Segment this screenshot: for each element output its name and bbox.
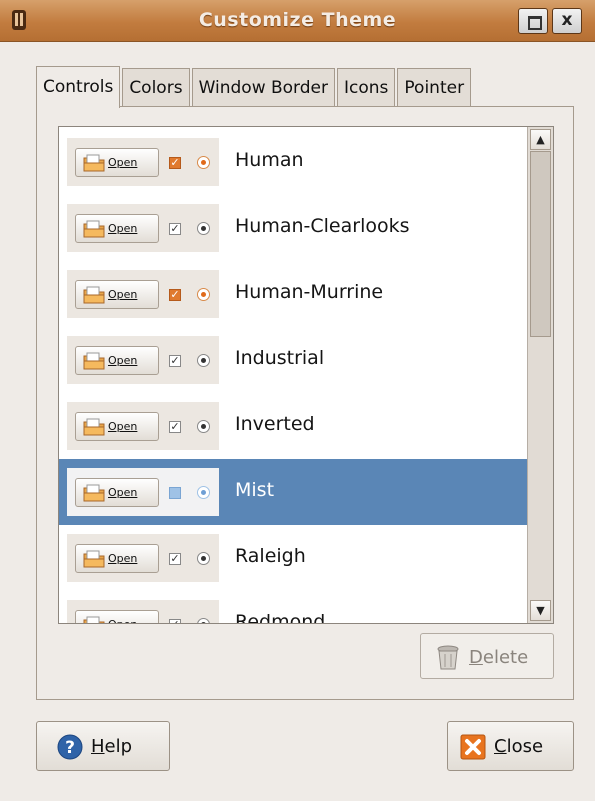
preview-open-button: Open — [75, 148, 159, 177]
preview-checkbox-icon: ✓ — [169, 354, 181, 367]
theme-preview: Open ✓ — [67, 600, 219, 623]
theme-row[interactable]: Open ✓ Industrial — [59, 327, 527, 393]
theme-name: Human-Clearlooks — [235, 215, 410, 237]
preview-open-label: Open — [108, 486, 138, 499]
preview-radio-icon — [197, 486, 210, 499]
help-icon: ? — [57, 734, 83, 760]
tab-colors[interactable]: Colors — [122, 68, 190, 108]
theme-name: Human — [235, 149, 304, 171]
theme-row[interactable]: Open ✓ Redmond — [59, 591, 527, 624]
tab-controls[interactable]: Controls — [36, 66, 121, 108]
preview-radio-icon — [197, 420, 210, 433]
help-rest: elp — [104, 736, 133, 757]
folder-icon — [83, 286, 105, 304]
preview-open-label: Open — [108, 552, 138, 565]
theme-preview: Open ✓ — [67, 270, 219, 318]
preview-checkbox-icon: ■ — [169, 487, 181, 499]
maximize-button[interactable] — [518, 8, 548, 34]
vertical-scrollbar[interactable]: ▲ ▼ — [527, 127, 553, 623]
preview-open-label: Open — [108, 420, 138, 433]
tab-window-border[interactable]: Window Border — [191, 68, 335, 108]
help-button[interactable]: ? Help — [36, 721, 170, 771]
tab-icons[interactable]: Icons — [337, 68, 396, 108]
help-mnemonic: H — [91, 736, 105, 757]
preview-open-button: Open — [75, 280, 159, 309]
theme-preview: Open ■ — [67, 468, 219, 516]
theme-preview: Open ✓ — [67, 336, 219, 384]
theme-preview: Open ✓ — [67, 402, 219, 450]
scroll-up-arrow-icon[interactable]: ▲ — [530, 129, 551, 150]
preview-checkbox-icon: ✓ — [169, 552, 181, 565]
preview-checkbox-icon: ✓ — [169, 420, 181, 433]
theme-name: Raleigh — [235, 545, 306, 567]
tab-pointer[interactable]: Pointer — [397, 68, 472, 108]
preview-open-button: Open — [75, 478, 159, 507]
close-window-button[interactable]: x — [552, 8, 582, 34]
preview-open-label: Open — [108, 354, 138, 367]
preview-checkbox-icon: ✓ — [169, 619, 181, 623]
preview-radio-icon — [197, 156, 210, 169]
folder-icon — [83, 616, 105, 623]
theme-row[interactable]: Open ■ Mist — [59, 459, 527, 525]
theme-preview: Open ✓ — [67, 534, 219, 582]
delete-mnemonic: D — [469, 647, 483, 668]
preview-open-button: Open — [75, 214, 159, 243]
delete-button-label: Delete — [469, 647, 528, 668]
preview-radio-icon — [197, 618, 210, 623]
window-title: Customize Theme — [198, 9, 397, 31]
delete-button[interactable]: Delete — [420, 633, 554, 679]
close-button-label: Close — [494, 736, 543, 757]
trash-icon — [437, 645, 459, 670]
folder-icon — [83, 352, 105, 370]
close-mnemonic: C — [494, 736, 507, 757]
theme-name: Human-Murrine — [235, 281, 384, 303]
theme-row[interactable]: Open ✓ Human-Clearlooks — [59, 195, 527, 261]
theme-name: Redmond — [235, 611, 326, 624]
preview-open-label: Open — [108, 618, 137, 623]
theme-name: Inverted — [235, 413, 315, 435]
help-button-label: Help — [91, 736, 132, 757]
preview-open-button: Open — [75, 412, 159, 441]
preview-open-button: Open — [75, 544, 159, 573]
theme-name: Industrial — [235, 347, 325, 369]
theme-row[interactable]: Open ✓ Human — [59, 129, 527, 195]
folder-icon — [83, 220, 105, 238]
preview-checkbox-icon: ✓ — [169, 222, 181, 235]
theme-list[interactable]: Open ✓ Human Open ✓ Human-Clearlooks Open ✓ Huma… — [58, 126, 554, 624]
close-button[interactable]: Close — [447, 721, 574, 771]
preview-radio-icon — [197, 354, 210, 367]
preview-open-button: Open — [75, 610, 159, 623]
delete-rest: elete — [482, 647, 529, 668]
folder-icon — [83, 550, 105, 568]
scroll-down-arrow-icon[interactable]: ▼ — [530, 600, 551, 621]
tab-bar: Controls Colors Window Border Icons Poin… — [36, 66, 473, 108]
title-bar[interactable]: Customize Theme x — [0, 0, 595, 42]
theme-name: Mist — [235, 479, 275, 501]
folder-icon — [83, 154, 105, 172]
theme-row[interactable]: Open ✓ Raleigh — [59, 525, 527, 591]
close-rest: lose — [506, 736, 544, 757]
preview-radio-icon — [197, 222, 210, 235]
preview-open-button: Open — [75, 346, 159, 375]
theme-preview: Open ✓ — [67, 138, 219, 186]
preview-open-label: Open — [108, 156, 138, 169]
preview-open-label: Open — [108, 222, 138, 235]
preview-open-label: Open — [108, 288, 138, 301]
scrollbar-thumb[interactable] — [530, 151, 551, 337]
preview-checkbox-icon: ✓ — [169, 288, 181, 301]
folder-icon — [83, 484, 105, 502]
close-x-icon — [460, 734, 486, 760]
preview-checkbox-icon: ✓ — [169, 156, 181, 169]
svg-text:?: ? — [65, 738, 75, 758]
theme-preview: Open ✓ — [67, 204, 219, 252]
preview-radio-icon — [197, 552, 210, 565]
folder-icon — [83, 418, 105, 436]
theme-row[interactable]: Open ✓ Inverted — [59, 393, 527, 459]
preview-radio-icon — [197, 288, 210, 301]
close-icon: x — [561, 10, 573, 30]
theme-row[interactable]: Open ✓ Human-Murrine — [59, 261, 527, 327]
